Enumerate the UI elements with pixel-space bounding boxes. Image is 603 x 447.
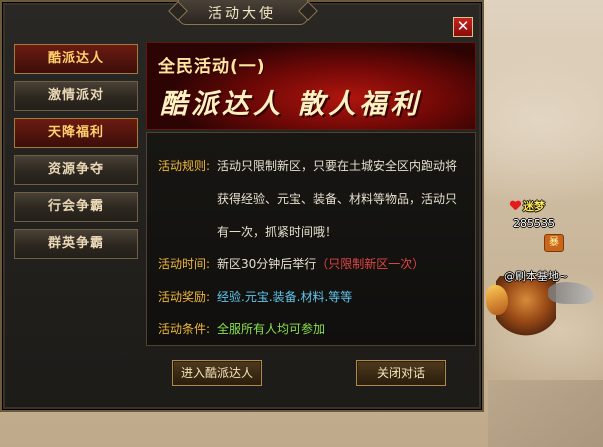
condition-label: 活动条件: <box>158 322 211 336</box>
enter-activity-button[interactable]: 进入酷派达人 <box>172 360 262 386</box>
rules-label: 活动规则: <box>158 159 211 173</box>
reward-label: 活动奖励: <box>158 290 211 304</box>
character-name: 迷梦 <box>523 200 545 213</box>
character-title: @刷本基地~ <box>504 270 569 283</box>
character-status-badge: 暴 <box>544 234 564 252</box>
tab-qunying-zhengba[interactable]: 群英争霸 <box>14 229 138 259</box>
reward-value: 经验.元宝.装备.材料.等等 <box>217 290 353 304</box>
character-nameplate: 迷梦 <box>510 198 545 214</box>
tab-ziyuan-zhengduo[interactable]: 资源争夺 <box>14 155 138 185</box>
heart-icon <box>510 201 521 212</box>
banner-heading: 全民活动(一) <box>158 57 266 77</box>
rules-line-2: 获得经验、元宝、装备、材料等物品，活动只 <box>217 192 458 206</box>
time-label: 活动时间: <box>158 257 211 271</box>
character-weapon <box>486 285 508 315</box>
close-dialog-button[interactable]: 关闭对话 <box>356 360 446 386</box>
time-text: 新区30分钟后举行 <box>217 257 317 271</box>
tab-hanghui-zhengba[interactable]: 行会争霸 <box>14 192 138 222</box>
rules-line-3: 有一次，抓紧时间哦！ <box>217 225 338 239</box>
condition-value: 全服所有人均可参加 <box>217 322 326 336</box>
character-hp: 285535 <box>513 217 555 230</box>
banner-slogan: 酷派达人 散人福利 <box>160 89 422 120</box>
close-button[interactable]: ✕ <box>453 17 473 37</box>
tab-kupai-daren[interactable]: 酷派达人 <box>14 44 138 74</box>
dialog-title: 活动大使 <box>208 6 276 22</box>
tab-tianjiang-fuli[interactable]: 天降福利 <box>14 118 138 148</box>
time-note: （只限制新区一次） <box>316 257 425 271</box>
tab-jiqing-paidui[interactable]: 激情派对 <box>14 81 138 111</box>
rules-line-1: 活动只限制新区，只要在土城安全区内跑动将 <box>217 159 458 173</box>
ground-stone <box>488 380 603 447</box>
time-value: 新区30分钟后举行（只限制新区一次） <box>217 255 424 272</box>
